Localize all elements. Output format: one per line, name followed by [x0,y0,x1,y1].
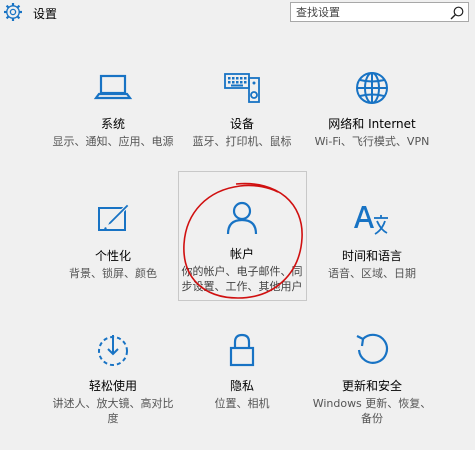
search-box[interactable] [290,2,469,22]
language-icon [354,206,388,235]
tile-name: 时间和语言 [341,249,402,263]
window-title: 设置 [33,7,58,21]
person-icon [226,201,258,235]
search-icon[interactable] [449,5,465,21]
tile-personalization[interactable]: 个性化 背景、锁屏、颜色 [49,200,177,320]
search-input[interactable] [291,3,451,21]
tile-update-security[interactable]: 更新和安全 Windows 更新、恢复、备份 [308,330,436,450]
tile-privacy[interactable]: 隐私 位置、相机 [178,330,306,450]
keyboard-speaker-icon [224,73,260,103]
tile-desc: 讲述人、放大镜、高对比度 [52,397,174,425]
tile-ease-of-access[interactable]: 轻松使用 讲述人、放大镜、高对比度 [49,330,177,450]
tile-name: 帐户 [229,247,254,261]
paint-monitor-icon [98,203,130,231]
tile-devices[interactable]: 设备 蓝牙、打印机、鼠标 [178,68,306,188]
title-bar: 设置 [0,0,475,26]
tile-name: 轻松使用 [88,379,137,393]
globe-icon [356,72,388,104]
tile-name: 设备 [229,117,254,131]
gear-icon[interactable] [3,2,23,22]
tile-desc: 显示、通知、应用、电源 [52,135,174,148]
tile-name: 更新和安全 [341,379,402,393]
tile-desc: 你的帐户、电子邮件、同步设置、工作、其他用户 [181,265,303,293]
tile-desc: 蓝牙、打印机、鼠标 [192,135,292,148]
tile-name: 个性化 [94,249,131,263]
ease-of-access-icon [98,335,128,366]
refresh-icon [356,333,389,364]
tile-time-language[interactable]: 时间和语言 语音、区域、日期 [308,200,436,320]
tile-network[interactable]: 网络和 Internet Wi-Fi、飞行模式、VPN [308,68,436,188]
tile-desc: 位置、相机 [214,397,270,410]
tile-system[interactable]: 系统 显示、通知、应用、电源 [49,68,177,188]
tile-desc: Windows 更新、恢复、备份 [312,397,432,425]
tile-accounts[interactable]: 帐户 你的帐户、电子邮件、同步设置、工作、其他用户 [178,198,306,318]
tile-name: 网络和 Internet [328,117,416,131]
tile-desc: 语音、区域、日期 [328,267,416,280]
tile-desc: Wi-Fi、飞行模式、VPN [314,135,430,148]
tile-desc: 背景、锁屏、颜色 [69,267,157,280]
laptop-icon [93,74,133,100]
tile-name: 系统 [100,117,125,131]
lock-icon [229,333,255,367]
tile-name: 隐私 [229,379,254,393]
